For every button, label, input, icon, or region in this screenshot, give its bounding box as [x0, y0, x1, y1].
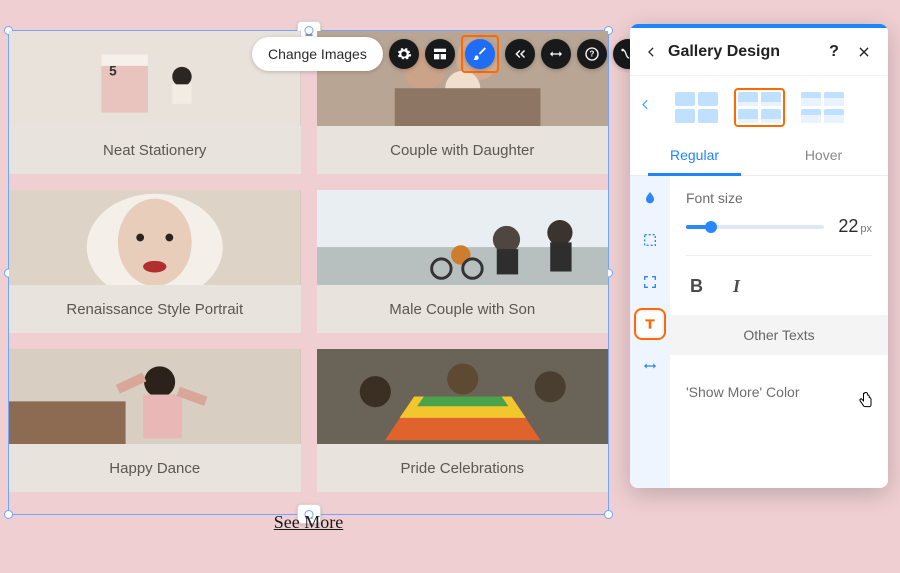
editor-canvas: 5 Neat Stationery	[0, 0, 618, 573]
gallery-selection[interactable]: 5 Neat Stationery	[8, 30, 609, 515]
gallery-caption: Happy Dance	[9, 444, 301, 492]
gallery-caption: Couple with Daughter	[317, 126, 609, 174]
stretch-icon	[548, 46, 564, 62]
gallery-thumb	[317, 349, 609, 444]
arrows-horizontal-icon	[642, 358, 658, 374]
panel-title: Gallery Design	[668, 43, 814, 61]
font-size-row: 22 px	[686, 216, 872, 256]
help-button[interactable]: ?	[577, 39, 607, 69]
close-icon	[857, 45, 871, 59]
stretch-button[interactable]	[541, 39, 571, 69]
side-tab-corners[interactable]	[638, 270, 662, 294]
font-size-label: Font size	[686, 190, 872, 206]
font-size-value: 22 px	[838, 216, 872, 237]
gallery-caption: Neat Stationery	[9, 126, 301, 174]
text-settings: Font size 22 px B I Other Texts 'Show Mo…	[670, 176, 888, 488]
panel-help-button[interactable]: ?	[824, 42, 844, 62]
settings-button[interactable]	[389, 39, 419, 69]
side-tab-border[interactable]	[638, 228, 662, 252]
panel-header: Gallery Design ?	[630, 28, 888, 76]
prev-layouts-button[interactable]	[638, 95, 652, 118]
state-tabs: Regular Hover	[630, 137, 888, 176]
gallery-caption: Pride Celebrations	[317, 444, 609, 492]
brush-icon	[472, 46, 488, 62]
layout-option-grid[interactable]	[671, 88, 722, 127]
gallery-design-panel: Gallery Design ? Regular Hover	[630, 24, 888, 488]
gallery-tile[interactable]: Male Couple with Son	[317, 190, 609, 333]
tab-hover[interactable]: Hover	[759, 137, 888, 175]
design-button-highlight	[461, 35, 499, 73]
italic-toggle[interactable]: I	[733, 276, 740, 297]
show-more-color-label: 'Show More' Color	[686, 384, 800, 400]
change-images-button[interactable]: Change Images	[252, 37, 383, 71]
font-style-row: B I	[686, 256, 872, 315]
side-tab-spacing[interactable]	[638, 354, 662, 378]
gallery-caption: Male Couple with Son	[317, 285, 609, 333]
border-dashed-icon	[642, 232, 658, 248]
panel-body: Font size 22 px B I Other Texts 'Show Mo…	[630, 176, 888, 488]
text-icon	[642, 316, 658, 332]
svg-text:?: ?	[589, 50, 594, 59]
corners-icon	[642, 274, 658, 290]
layout-option-grid-caption[interactable]	[734, 88, 785, 127]
panel-close-button[interactable]	[854, 42, 874, 62]
chevron-left-icon	[638, 96, 652, 112]
font-size-unit: px	[860, 223, 872, 235]
animation-button[interactable]	[505, 39, 535, 69]
element-toolbar: Change Images ?	[252, 36, 643, 72]
tab-regular[interactable]: Regular	[630, 137, 759, 175]
side-tab-fill[interactable]	[638, 186, 662, 210]
svg-text:5: 5	[109, 64, 117, 79]
see-more-link[interactable]: See More	[9, 508, 608, 533]
panel-side-tabs	[630, 176, 670, 488]
chevron-left-icon	[644, 45, 658, 59]
gallery-tile[interactable]: Renaissance Style Portrait	[9, 190, 301, 333]
layout-style-options	[630, 76, 888, 137]
gallery-tile[interactable]: Happy Dance	[9, 349, 301, 492]
font-size-number: 22	[838, 216, 858, 237]
chevrons-left-icon	[512, 46, 528, 62]
droplet-icon	[642, 190, 658, 206]
layout-option-grid-text[interactable]	[797, 88, 848, 127]
show-more-color-row: 'Show More' Color	[686, 371, 872, 423]
gear-icon	[396, 46, 412, 62]
layout-button[interactable]	[425, 39, 455, 69]
gallery-thumb	[317, 190, 609, 285]
help-icon: ?	[584, 46, 600, 62]
gallery-thumb	[9, 349, 301, 444]
gallery-grid: 5 Neat Stationery	[9, 31, 608, 533]
gallery-caption: Renaissance Style Portrait	[9, 285, 301, 333]
layout-icon	[432, 46, 448, 62]
bold-toggle[interactable]: B	[690, 276, 703, 297]
design-button[interactable]	[465, 39, 495, 69]
cursor-hand-icon	[856, 390, 876, 415]
gallery-thumb	[9, 190, 301, 285]
side-tab-text[interactable]	[638, 312, 662, 336]
font-size-slider[interactable]	[686, 225, 824, 229]
other-texts-section: Other Texts	[670, 315, 888, 355]
back-button[interactable]	[644, 45, 658, 59]
gallery-tile[interactable]: Pride Celebrations	[317, 349, 609, 492]
